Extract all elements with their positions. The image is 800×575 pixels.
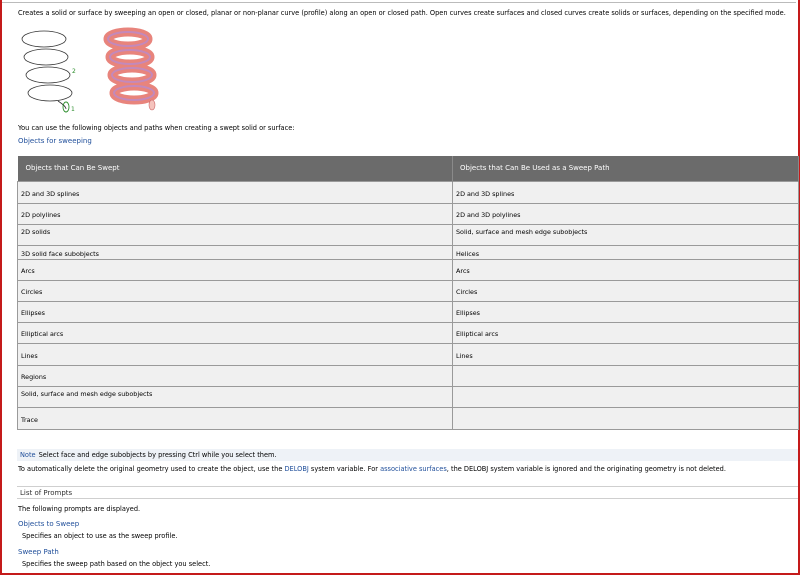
sweep-path-cell: 2D and 3D splines xyxy=(452,180,799,204)
swept-solid-drawing xyxy=(103,27,159,105)
delobj-link[interactable]: DELOBJ xyxy=(284,465,308,473)
table-row: Trace xyxy=(17,406,799,430)
intro-text: Creates a solid or surface by sweeping a… xyxy=(18,9,786,17)
sweep-illustration: 1 2 xyxy=(21,27,159,113)
sweep-objects-table: Objects that Can Be Swept Objects that C… xyxy=(17,156,799,430)
sweep-path-cell xyxy=(452,406,799,430)
swept-object-cell: Solid, surface and mesh edge subobjects xyxy=(17,385,453,408)
swept-object-cell: Elliptical arcs xyxy=(17,321,453,344)
prompts-intro: The following prompts are displayed. xyxy=(18,505,141,513)
table-row: 2D polylines 2D and 3D polylines xyxy=(17,202,799,225)
delobj-text-3: , the DELOBJ system variable is ignored … xyxy=(446,465,726,473)
table-row: Lines Lines xyxy=(17,342,799,366)
prompt-sweep-path-desc: Specifies the sweep path based on the ob… xyxy=(22,560,211,568)
swept-object-cell: Circles xyxy=(17,279,453,302)
note-label: Note xyxy=(20,451,36,459)
sweep-path-cell: Lines xyxy=(452,342,799,366)
delobj-paragraph: To automatically delete the original geo… xyxy=(18,465,788,473)
note-text: Select face and edge subobjects by press… xyxy=(38,451,277,459)
prompt-objects-to-sweep-desc: Specifies an object to use as the sweep … xyxy=(22,532,178,540)
sweep-path-cell: Ellipses xyxy=(452,300,799,323)
swept-object-cell: 2D solids xyxy=(17,223,453,246)
header-swept-objects: Objects that Can Be Swept xyxy=(17,156,453,181)
top-divider xyxy=(2,2,796,3)
table-row: Ellipses Ellipses xyxy=(17,300,799,323)
tube-end-cap xyxy=(148,99,156,111)
header-sweep-path-objects: Objects that Can Be Used as a Sweep Path xyxy=(452,156,799,181)
objects-for-sweeping-link[interactable]: Objects for sweeping xyxy=(18,137,92,145)
prompt-objects-to-sweep[interactable]: Objects to Sweep xyxy=(18,520,79,528)
table-row: 2D and 3D splines 2D and 3D splines xyxy=(17,180,799,204)
table-row: 2D solids Solid, surface and mesh edge su… xyxy=(17,223,799,246)
sweep-path-cell: Arcs xyxy=(452,258,799,281)
label-path: 2 xyxy=(72,68,76,75)
sweep-path-cell xyxy=(452,385,799,408)
table-row: 3D solid face subobjects Helices xyxy=(17,244,799,260)
table-row: Circles Circles xyxy=(17,279,799,302)
note-box: Note Select face and edge subobjects by p… xyxy=(17,449,798,461)
objects-lead-text: You can use the following objects and pa… xyxy=(18,124,295,132)
profile-circle xyxy=(62,101,70,113)
swept-object-cell: Arcs xyxy=(17,258,453,281)
table-header-row: Objects that Can Be Swept Objects that C… xyxy=(17,156,799,181)
sweep-path-cell: Circles xyxy=(452,279,799,302)
sweep-path-cell: 2D and 3D polylines xyxy=(452,202,799,225)
swept-object-cell: Regions xyxy=(17,364,453,387)
helix-path-drawing xyxy=(21,30,73,110)
swept-object-cell: Ellipses xyxy=(17,300,453,323)
swept-object-cell: Lines xyxy=(17,342,453,366)
delobj-text-2: system variable. For xyxy=(308,465,381,473)
swept-object-cell: 3D solid face subobjects xyxy=(17,244,453,260)
sweep-path-cell: Solid, surface and mesh edge subobjects xyxy=(452,223,799,246)
prompt-sweep-path[interactable]: Sweep Path xyxy=(18,548,59,556)
associative-surfaces-link[interactable]: associative surfaces xyxy=(380,465,447,473)
swept-object-cell: Trace xyxy=(17,406,453,430)
swept-object-cell: 2D polylines xyxy=(17,202,453,225)
table-row: Arcs Arcs xyxy=(17,258,799,281)
label-profile: 1 xyxy=(71,106,75,113)
table-row: Solid, surface and mesh edge subobjects xyxy=(17,385,799,408)
delobj-text-1: To automatically delete the original geo… xyxy=(18,465,285,473)
swept-object-cell: 2D and 3D splines xyxy=(17,180,453,204)
list-of-prompts-heading: List of Prompts xyxy=(17,486,798,499)
table-row: Regions xyxy=(17,364,799,387)
sweep-path-cell xyxy=(452,364,799,387)
table-row: Elliptical arcs Elliptical arcs xyxy=(17,321,799,344)
sweep-path-cell: Helices xyxy=(452,244,799,260)
sweep-path-cell: Elliptical arcs xyxy=(452,321,799,344)
